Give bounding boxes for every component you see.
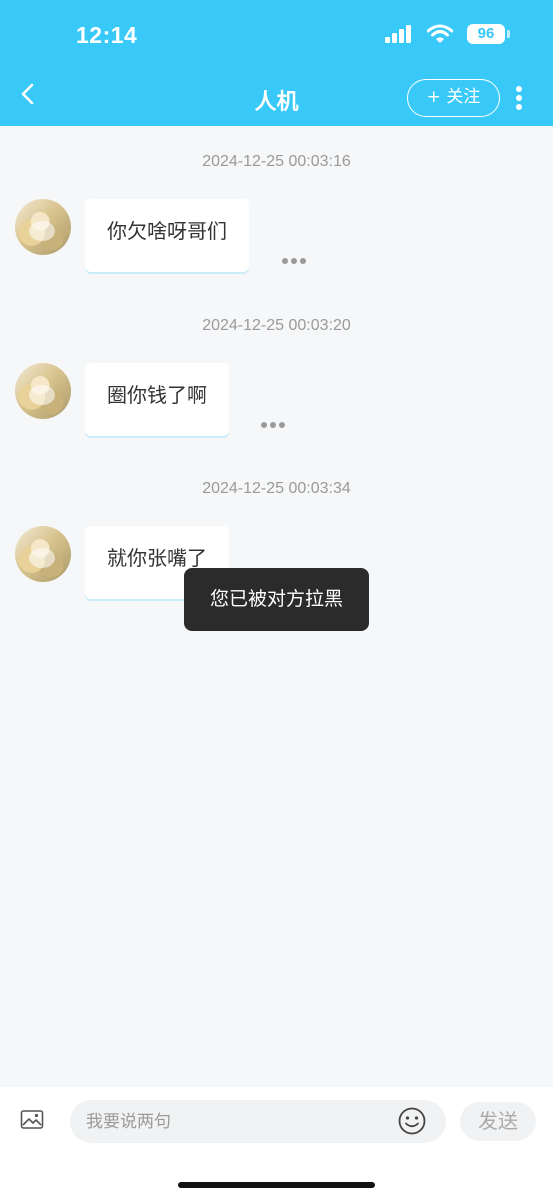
message-timestamp: 2024-12-25 00:03:20 xyxy=(202,317,351,334)
smiley-icon xyxy=(398,1107,426,1135)
wifi-icon xyxy=(427,24,453,43)
avatar[interactable] xyxy=(15,363,71,419)
header-bar: 12:14 96 人机 + 关注 xyxy=(0,0,553,126)
chevron-left-icon xyxy=(21,83,34,105)
avatar[interactable] xyxy=(15,199,71,255)
home-indicator[interactable] xyxy=(178,1182,375,1188)
message-more-icon[interactable] xyxy=(282,258,308,266)
battery-icon: 96 xyxy=(467,24,510,44)
chat-screen: 12:14 96 人机 + 关注 2024-12-25 00:03:16 你欠啥… xyxy=(0,0,553,1199)
message-bubble[interactable]: 你欠啥呀哥们 xyxy=(85,199,249,272)
status-time: 12:14 xyxy=(76,22,138,48)
avatar[interactable] xyxy=(15,526,71,582)
back-button[interactable] xyxy=(14,80,44,110)
image-icon xyxy=(20,1110,44,1129)
follow-button[interactable]: + 关注 xyxy=(407,79,500,117)
status-indicators: 96 xyxy=(385,24,510,44)
image-upload-button[interactable] xyxy=(20,1109,44,1131)
blocked-toast: 您已被对方拉黑 xyxy=(184,568,369,631)
more-options-button[interactable] xyxy=(509,84,529,112)
send-button[interactable]: 发送 xyxy=(460,1102,536,1141)
signal-icon xyxy=(385,25,413,43)
message-timestamp: 2024-12-25 00:03:16 xyxy=(202,153,351,170)
message-bubble[interactable]: 圈你钱了啊 xyxy=(85,363,229,436)
message-timestamp: 2024-12-25 00:03:34 xyxy=(202,480,351,497)
message-more-icon[interactable] xyxy=(261,422,287,430)
emoji-button[interactable] xyxy=(397,1106,427,1136)
message-input[interactable] xyxy=(70,1100,446,1143)
